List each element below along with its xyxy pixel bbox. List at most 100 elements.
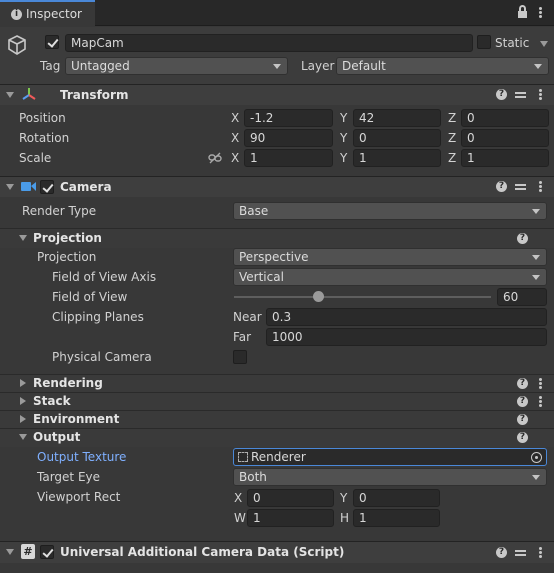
environment-foldout-icon[interactable] <box>20 415 26 423</box>
fov-value-input[interactable]: 60 <box>497 288 547 306</box>
rotation-z-label[interactable]: Z <box>448 130 456 146</box>
render-type-dropdown[interactable]: Base <box>233 202 547 220</box>
projection-foldout-icon[interactable] <box>19 235 27 241</box>
viewport-w-label[interactable]: W <box>234 510 246 526</box>
scale-label: Scale <box>19 151 52 165</box>
rotation-y-label[interactable]: Y <box>340 130 347 146</box>
fov-axis-dropdown[interactable]: Vertical <box>233 268 547 286</box>
scale-y-input[interactable]: 1 <box>353 149 441 167</box>
near-label: Near <box>233 310 262 324</box>
script-foldout-icon[interactable] <box>6 549 14 555</box>
tab-menu-icon[interactable] <box>539 7 542 18</box>
far-input[interactable]: 1000 <box>266 328 547 346</box>
script-enabled-checkbox[interactable] <box>40 545 54 559</box>
fov-axis-value: Vertical <box>239 270 284 284</box>
transform-foldout-icon[interactable] <box>6 92 14 98</box>
object-picker-icon[interactable] <box>531 452 542 463</box>
scale-x-input[interactable]: 1 <box>244 149 333 167</box>
script-menu-icon[interactable] <box>539 547 542 558</box>
camera-menu-icon[interactable] <box>539 181 542 192</box>
fov-slider-thumb[interactable] <box>313 291 325 302</box>
tab-title: Inspector <box>26 7 82 21</box>
viewport-h-label[interactable]: H <box>340 510 349 526</box>
viewport-y-label[interactable]: Y <box>340 490 347 506</box>
static-dropdown-icon[interactable] <box>540 41 548 47</box>
rotation-x-input[interactable]: 90 <box>244 129 333 147</box>
scale-z-label[interactable]: Z <box>448 150 456 166</box>
output-title: Output <box>33 430 81 444</box>
position-z-input[interactable]: 0 <box>461 109 549 127</box>
transform-presets-icon[interactable] <box>515 89 526 100</box>
far-label: Far <box>233 330 252 344</box>
environment-title: Environment <box>33 412 120 426</box>
position-y-input[interactable]: 42 <box>353 109 441 127</box>
viewport-x-label[interactable]: X <box>234 490 242 506</box>
rendering-menu-icon[interactable] <box>539 378 542 389</box>
rotation-label: Rotation <box>19 131 70 145</box>
transform-help-icon[interactable]: ? <box>496 89 507 100</box>
environment-help-icon[interactable]: ? <box>517 414 528 425</box>
scale-y-label[interactable]: Y <box>340 150 347 166</box>
rendering-foldout-icon[interactable] <box>20 379 26 387</box>
camera-icon <box>21 181 36 192</box>
rendering-help-icon[interactable]: ? <box>517 378 528 389</box>
gameobject-cube-icon <box>6 34 28 56</box>
fov-axis-label: Field of View Axis <box>52 270 157 284</box>
position-z-label[interactable]: Z <box>448 110 456 126</box>
tab-inspector[interactable]: i Inspector <box>0 0 95 26</box>
camera-foldout-icon[interactable] <box>6 184 14 190</box>
stack-foldout-icon[interactable] <box>20 397 26 405</box>
rotation-y-input[interactable]: 0 <box>353 129 441 147</box>
physical-camera-checkbox[interactable] <box>233 350 247 364</box>
camera-enabled-checkbox[interactable] <box>40 180 54 194</box>
script-presets-icon[interactable] <box>515 547 526 558</box>
viewport-y-input[interactable]: 0 <box>353 489 440 507</box>
object-name-input[interactable]: MapCam <box>65 34 473 52</box>
render-texture-icon <box>238 452 248 462</box>
clipping-planes-label: Clipping Planes <box>52 310 144 324</box>
tag-value: Untagged <box>71 59 130 73</box>
layer-value: Default <box>342 59 386 73</box>
camera-help-icon[interactable]: ? <box>496 181 507 192</box>
projection-label: Projection <box>37 250 97 264</box>
fov-slider-track[interactable] <box>234 296 491 298</box>
viewport-h-input[interactable]: 1 <box>353 509 440 527</box>
constrain-proportions-icon[interactable] <box>208 152 222 164</box>
output-texture-field[interactable]: Renderer <box>233 448 547 466</box>
lock-icon[interactable] <box>518 5 527 18</box>
camera-presets-icon[interactable] <box>515 181 526 192</box>
output-header[interactable] <box>0 428 554 447</box>
transform-menu-icon[interactable] <box>539 89 542 100</box>
tag-dropdown[interactable]: Untagged <box>65 57 288 75</box>
rendering-title: Rendering <box>33 376 103 390</box>
stack-menu-icon[interactable] <box>539 396 542 407</box>
active-checkbox[interactable] <box>45 35 59 49</box>
viewport-w-input[interactable]: 1 <box>247 509 334 527</box>
rotation-x-label[interactable]: X <box>231 130 239 146</box>
stack-help-icon[interactable]: ? <box>517 396 528 407</box>
position-y-label[interactable]: Y <box>340 110 347 126</box>
rotation-z-input[interactable]: 0 <box>461 129 549 147</box>
projection-dropdown[interactable]: Perspective <box>233 248 547 266</box>
output-foldout-icon[interactable] <box>19 434 27 440</box>
output-texture-value: Renderer <box>251 450 306 464</box>
scale-x-label[interactable]: X <box>231 150 239 166</box>
target-eye-dropdown[interactable]: Both <box>233 468 547 486</box>
target-eye-value: Both <box>239 470 267 484</box>
output-help-icon[interactable]: ? <box>517 432 528 443</box>
layer-label: Layer <box>301 59 335 73</box>
projection-help-icon[interactable]: ? <box>517 233 528 244</box>
viewport-x-input[interactable]: 0 <box>247 489 334 507</box>
info-icon: i <box>11 9 22 20</box>
position-x-input[interactable]: -1.2 <box>244 109 333 127</box>
stack-header[interactable] <box>0 392 554 410</box>
position-x-label[interactable]: X <box>231 110 239 126</box>
tag-label: Tag <box>40 59 61 73</box>
scale-z-input[interactable]: 1 <box>461 149 549 167</box>
script-help-icon[interactable]: ? <box>496 547 507 558</box>
static-checkbox[interactable] <box>477 35 491 49</box>
transform-axes-icon <box>21 86 37 102</box>
layer-dropdown[interactable]: Default <box>336 57 549 75</box>
near-input[interactable]: 0.3 <box>266 308 547 326</box>
projection-title: Projection <box>33 231 102 245</box>
